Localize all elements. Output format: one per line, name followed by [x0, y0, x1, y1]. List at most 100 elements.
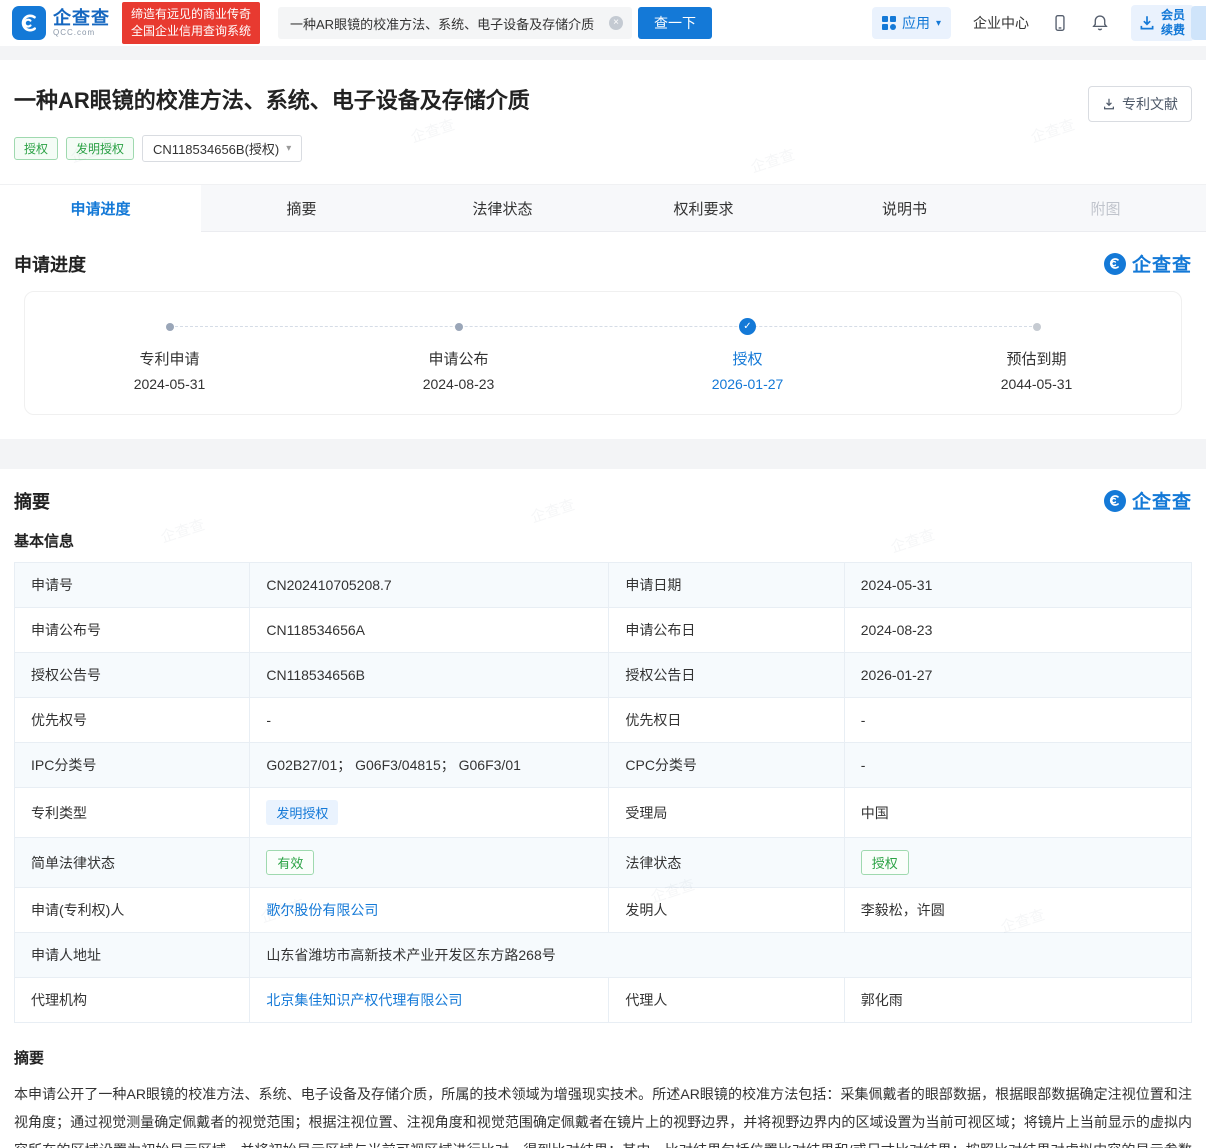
- qcc-logo-icon: [12, 6, 46, 40]
- row-label: 授权公告日: [609, 653, 844, 698]
- progress-section: 申请进度 企查查 专利申请 2024-05-31: [0, 232, 1206, 439]
- tab-progress[interactable]: 申请进度: [0, 185, 201, 232]
- row-value: G02B27/01； G06F3/04815； G06F3/01: [250, 743, 609, 788]
- row-value: 2024-05-31: [844, 563, 1191, 608]
- chevron-down-icon: ▾: [286, 143, 291, 154]
- qcc-brand-mark: 企查查: [1104, 487, 1192, 514]
- tab-bar: 申请进度 摘要 法律状态 权利要求 说明书 附图: [0, 184, 1206, 232]
- status-badge-invention: 发明授权: [66, 137, 134, 160]
- milestone-date: 2024-08-23: [423, 376, 495, 392]
- patent-number-value: CN118534656B(授权): [153, 139, 279, 158]
- mobile-app-button[interactable]: [1051, 14, 1069, 32]
- row-label: 申请公布号: [15, 608, 250, 653]
- row-label: 受理局: [609, 788, 844, 838]
- header-nav: 应用 ▾ 企业中心 会员: [872, 5, 1194, 41]
- row-label: IPC分类号: [15, 743, 250, 788]
- row-value: -: [844, 743, 1191, 788]
- search-input-wrap: ×: [278, 7, 632, 39]
- tab-claims[interactable]: 权利要求: [603, 185, 804, 232]
- tab-legal-status[interactable]: 法律状态: [402, 185, 603, 232]
- patent-title-card: 一种AR眼镜的校准方法、系统、电子设备及存储介质 专利文献 授权 发明授权 CN…: [0, 60, 1206, 184]
- timeline: 专利申请 2024-05-31 申请公布 2024-08-23 ✓ 授权 202…: [24, 291, 1182, 415]
- phone-icon: [1051, 14, 1069, 32]
- milestone-label: 授权: [732, 348, 762, 369]
- row-label: 代理人: [609, 978, 844, 1023]
- row-label: 专利类型: [15, 788, 250, 838]
- row-value: 郭化雨: [844, 978, 1191, 1023]
- row-label: 授权公告号: [15, 653, 250, 698]
- milestone-expiry: 预估到期 2044-05-31: [892, 318, 1181, 392]
- table-row: 授权公告号 CN118534656B 授权公告日 2026-01-27: [15, 653, 1192, 698]
- table-row: 代理机构 北京集佳知识产权代理有限公司 代理人 郭化雨: [15, 978, 1192, 1023]
- table-row: IPC分类号 G02B27/01； G06F3/04815； G06F3/01 …: [15, 743, 1192, 788]
- row-label: 简单法律状态: [15, 838, 250, 888]
- top-header: 企查查 QCC.com 缔造有远见的商业传奇 全国企业信用查询系统 × 查一下: [0, 0, 1206, 46]
- milestone-dot: [1033, 323, 1041, 331]
- member-download-icon: [1138, 14, 1156, 32]
- applicant-link[interactable]: 歌尔股份有限公司: [266, 902, 378, 918]
- row-value: -: [250, 698, 609, 743]
- milestone-dot: [166, 323, 174, 331]
- patent-tags-row: 授权 发明授权 CN118534656B(授权) ▾: [14, 135, 1192, 184]
- table-row: 申请号 CN202410705208.7 申请日期 2024-05-31: [15, 563, 1192, 608]
- table-row: 申请人地址 山东省潍坊市高新技术产业开发区东方路268号: [15, 933, 1192, 978]
- abstract-text: 本申请公开了一种AR眼镜的校准方法、系统、电子设备及存储介质，所属的技术领域为增…: [14, 1080, 1192, 1148]
- milestone-dot: [455, 323, 463, 331]
- basic-info-heading: 基本信息: [14, 530, 1192, 551]
- summary-section-title: 摘要: [14, 488, 50, 514]
- row-value: 发明授权: [250, 788, 609, 838]
- progress-section-title: 申请进度: [14, 251, 86, 277]
- table-row: 申请(专利权)人 歌尔股份有限公司 发明人 李毅松，许圆: [15, 888, 1192, 933]
- milestone-published: 申请公布 2024-08-23: [314, 318, 603, 392]
- milestone-date: 2044-05-31: [1001, 376, 1073, 392]
- qcc-logo[interactable]: 企查查 QCC.com: [12, 6, 110, 40]
- slogan-line2: 全国企业信用查询系统: [131, 23, 251, 40]
- row-value: -: [844, 698, 1191, 743]
- page: 企查查 企查查 企查查 企查查 企查查 企查查 企查查 企查查 企查查 企查查 …: [0, 0, 1206, 1148]
- row-label: 申请人地址: [15, 933, 250, 978]
- milestone-label: 申请公布: [428, 348, 488, 369]
- row-label: 优先权日: [609, 698, 844, 743]
- basic-info-table: 申请号 CN202410705208.7 申请日期 2024-05-31 申请公…: [14, 562, 1192, 1023]
- check-icon: ✓: [739, 318, 756, 335]
- enterprise-center-link[interactable]: 企业中心: [973, 13, 1029, 33]
- legal-status-badge: 授权: [861, 850, 909, 875]
- apps-grid-icon: [882, 16, 896, 30]
- milestone-date: 2026-01-27: [712, 376, 784, 392]
- clear-icon[interactable]: ×: [609, 16, 623, 30]
- tab-summary[interactable]: 摘要: [201, 185, 402, 232]
- search-input[interactable]: [278, 7, 632, 39]
- abstract-heading: 摘要: [14, 1047, 1192, 1068]
- milestone-label: 预估到期: [1006, 348, 1066, 369]
- row-label: CPC分类号: [609, 743, 844, 788]
- member-renew-button[interactable]: 会员续费: [1131, 5, 1194, 41]
- row-value: 山东省潍坊市高新技术产业开发区东方路268号: [250, 933, 1192, 978]
- simple-legal-status-badge: 有效: [266, 850, 314, 875]
- patent-number-dropdown[interactable]: CN118534656B(授权) ▾: [142, 135, 302, 162]
- notifications-button[interactable]: [1091, 14, 1109, 32]
- download-icon: [1102, 97, 1116, 111]
- tab-figures[interactable]: 附图: [1005, 185, 1206, 232]
- row-value: 2026-01-27: [844, 653, 1191, 698]
- floating-widget-edge[interactable]: [1191, 6, 1206, 40]
- table-row: 优先权号 - 优先权日 -: [15, 698, 1192, 743]
- row-label: 申请日期: [609, 563, 844, 608]
- qcc-brand-text: 企查查: [1132, 250, 1192, 277]
- agency-link[interactable]: 北京集佳知识产权代理有限公司: [266, 992, 462, 1008]
- slogan-line1: 缔造有远见的商业传奇: [131, 6, 251, 23]
- milestone-granted: ✓ 授权 2026-01-27: [603, 318, 892, 392]
- qcc-brand-text: 企查查: [1132, 487, 1192, 514]
- apps-menu-button[interactable]: 应用 ▾: [872, 7, 951, 39]
- row-label: 申请(专利权)人: [15, 888, 250, 933]
- qcc-brand-icon: [1104, 490, 1126, 512]
- milestone-date: 2024-05-31: [134, 376, 206, 392]
- patent-document-button[interactable]: 专利文献: [1088, 86, 1192, 122]
- row-value: 中国: [844, 788, 1191, 838]
- milestone-filed: 专利申请 2024-05-31: [25, 318, 314, 392]
- tab-description[interactable]: 说明书: [804, 185, 1005, 232]
- logo-text: 企查查: [53, 9, 110, 28]
- row-value: 有效: [250, 838, 609, 888]
- table-row: 简单法律状态 有效 法律状态 授权: [15, 838, 1192, 888]
- search-button[interactable]: 查一下: [638, 7, 712, 39]
- row-value: CN118534656A: [250, 608, 609, 653]
